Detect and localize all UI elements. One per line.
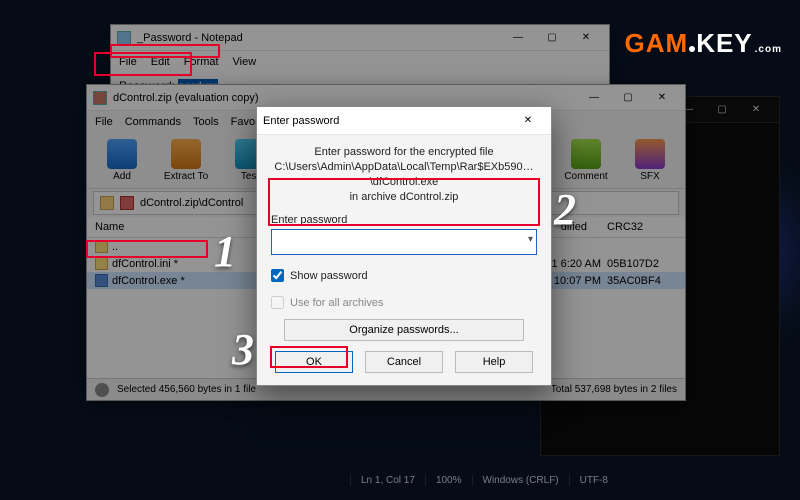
ok-button[interactable]: OK	[275, 351, 353, 373]
status-selected: Selected 456,560 bytes in 1 file	[117, 384, 256, 395]
col-crc[interactable]: CRC32	[607, 221, 677, 233]
step-1-label: 1	[214, 226, 236, 277]
step-2-label: 2	[554, 184, 576, 235]
winrar-icon	[93, 91, 107, 105]
dialog-title: Enter password	[263, 115, 511, 127]
status-encoding: UTF-8	[569, 475, 618, 486]
menu-commands[interactable]: Commands	[125, 116, 181, 128]
notepad-icon	[117, 31, 131, 45]
minimize-button[interactable]: —	[501, 27, 535, 49]
disk-icon	[95, 383, 109, 397]
maximize-button[interactable]: ▢	[705, 99, 739, 121]
sfx-button[interactable]: SFX	[623, 139, 677, 182]
close-button[interactable]: ✕	[511, 110, 545, 132]
archive-icon	[120, 196, 134, 210]
file-icon	[95, 257, 108, 270]
maximize-button[interactable]: ▢	[611, 87, 645, 109]
show-password-box[interactable]	[271, 269, 284, 282]
step-3-label: 3	[232, 324, 254, 375]
password-input[interactable]	[271, 229, 537, 255]
notepad-titlebar[interactable]: _Password - Notepad — ▢ ✕	[111, 25, 609, 51]
menu-edit[interactable]: Edit	[151, 56, 170, 68]
menu-format[interactable]: Format	[184, 56, 219, 68]
status-total: Total 537,698 bytes in 2 files	[551, 384, 677, 395]
use-all-box[interactable]	[271, 296, 284, 309]
dialog-message: Enter password for the encrypted file C:…	[271, 145, 537, 204]
maximize-button[interactable]: ▢	[535, 27, 569, 49]
up-folder-icon[interactable]	[100, 196, 114, 210]
password-field-label: Enter password	[271, 214, 537, 226]
status-eol: Windows (CRLF)	[472, 475, 569, 486]
notepad-title: _Password - Notepad	[137, 32, 501, 44]
extract-icon	[171, 139, 201, 169]
dialog-titlebar[interactable]: Enter password ✕	[257, 107, 551, 135]
close-button[interactable]: ✕	[569, 27, 603, 49]
comment-icon	[571, 139, 601, 169]
password-dialog: Enter password ✕ Enter password for the …	[256, 106, 552, 386]
help-button[interactable]: Help	[455, 351, 533, 373]
winrar-title: dControl.zip (evaluation copy)	[113, 92, 577, 104]
menu-file[interactable]: File	[119, 56, 137, 68]
gamikey-watermark: GAMKEY.com	[625, 28, 782, 59]
exe-icon	[95, 274, 108, 287]
comment-button[interactable]: Comment	[559, 139, 613, 182]
folder-icon	[95, 240, 108, 253]
col-name[interactable]: Name	[95, 221, 265, 233]
notepad-menubar: File Edit Format View	[111, 51, 609, 73]
close-button[interactable]: ✕	[739, 99, 773, 121]
use-all-checkbox[interactable]: Use for all archives	[271, 296, 537, 309]
add-button[interactable]: Add	[95, 139, 149, 182]
add-icon	[107, 139, 137, 169]
show-password-checkbox[interactable]: Show password	[271, 269, 537, 282]
path-text: dControl.zip\dControl	[140, 197, 243, 209]
extract-button[interactable]: Extract To	[159, 139, 213, 182]
organize-passwords-button[interactable]: Organize passwords...	[284, 319, 524, 341]
notepad-statusbar: Ln 1, Col 17 100% Windows (CRLF) UTF-8	[350, 470, 730, 490]
menu-tools[interactable]: Tools	[193, 116, 219, 128]
close-button[interactable]: ✕	[645, 87, 679, 109]
minimize-button[interactable]: —	[577, 87, 611, 109]
menu-view[interactable]: View	[233, 56, 257, 68]
menu-file[interactable]: File	[95, 116, 113, 128]
cancel-button[interactable]: Cancel	[365, 351, 443, 373]
status-caret: Ln 1, Col 17	[350, 475, 425, 486]
sfx-icon	[635, 139, 665, 169]
status-zoom: 100%	[425, 475, 472, 486]
